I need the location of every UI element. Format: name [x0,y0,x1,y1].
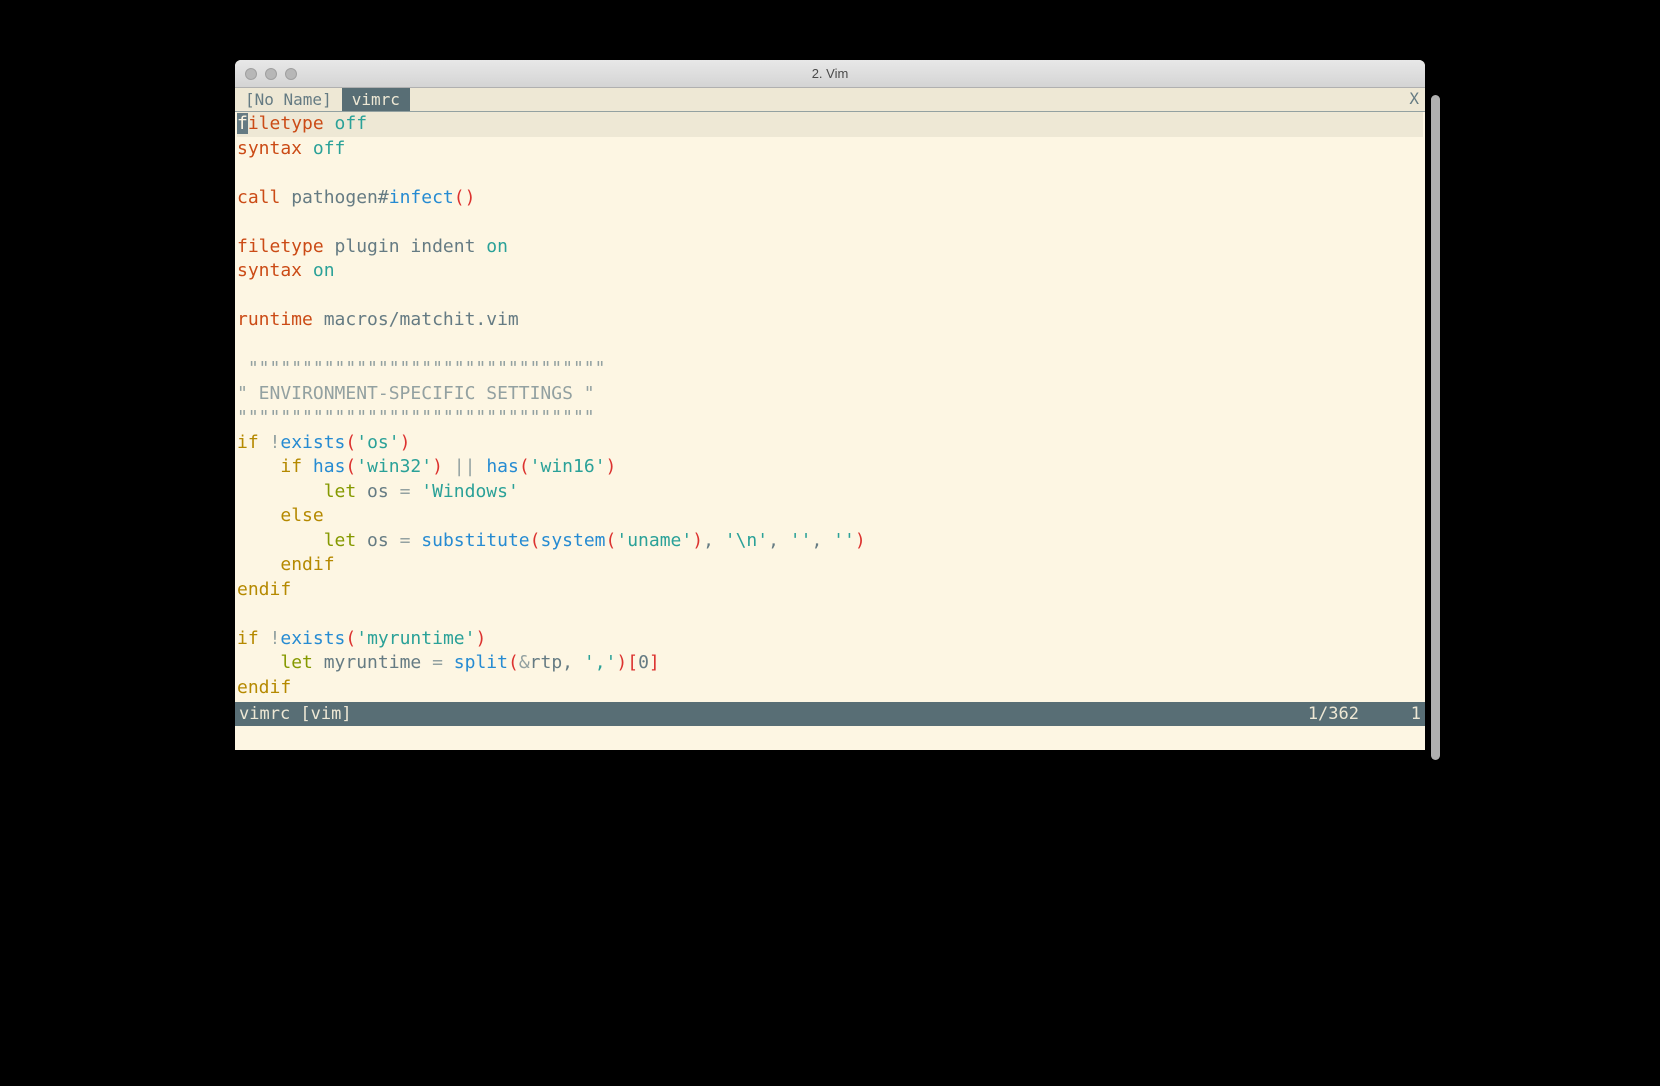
status-position: 1/362 [1261,702,1371,726]
code-token: split [443,652,508,673]
code-token: runtime [237,309,313,330]
code-token: if [237,432,259,453]
code-token: ( [519,456,530,477]
code-token: has [313,456,346,477]
code-token: '' [779,530,812,551]
code-token: os [356,481,399,502]
code-token: ) [616,652,627,673]
code-token: exists [280,432,345,453]
code-token: pathogen# [291,187,389,208]
code-token: = [400,481,411,502]
code-token: = [432,652,443,673]
code-token: rtp [530,652,563,673]
code-token: syntax [237,138,302,159]
code-token: , [703,530,714,551]
code-token: ! [270,432,281,453]
status-file: vimrc [vim] [239,702,352,726]
code-token: ) [692,530,703,551]
code-token: 'os' [356,432,399,453]
cursor-line: filetype off [237,112,1423,137]
code-comment: """"""""""""""""""""""""""""""""" [237,407,595,428]
code-token: [ [627,652,638,673]
terminal-window: 2. Vim [No Name] vimrc X filetype offsyn… [235,60,1425,750]
code-token: ( [606,530,617,551]
code-token: 'Windows' [410,481,518,502]
code-token: , [562,652,573,673]
code-token: off [335,113,368,134]
code-token: endif [280,554,334,575]
code-comment: """"""""""""""""""""""""""""""""" [237,358,605,379]
code-token: endif [237,579,291,600]
code-token: syntax [237,260,302,281]
code-token: macros/matchit.vim [324,309,519,330]
code-token: 'myruntime' [356,628,475,649]
scrollbar-thumb[interactable] [1431,95,1440,760]
code-token: system [540,530,605,551]
titlebar[interactable]: 2. Vim [235,60,1425,88]
code-token: ) [465,187,476,208]
code-token: on [486,236,508,257]
code-token: || [443,456,486,477]
code-token: 'win32' [356,456,432,477]
code-token: ( [345,628,356,649]
code-token: myruntime [313,652,432,673]
code-token: 'win16' [530,456,606,477]
code-token: ) [432,456,443,477]
code-token: let [324,530,357,551]
tab-label: vimrc [352,90,400,109]
code-token: , [768,530,779,551]
code-token: ) [400,432,411,453]
code-token: filetype [237,236,324,257]
tab-no-name[interactable]: [No Name] [235,88,342,111]
status-column: 1 [1371,702,1421,726]
vim-tabline: [No Name] vimrc X [235,88,1425,112]
code-token: 0 [638,652,649,673]
code-token: ( [345,456,356,477]
scrollbar[interactable] [1431,95,1440,760]
code-token: if [237,628,259,649]
code-token: ] [649,652,660,673]
editor-area[interactable]: filetype offsyntax off call pathogen#inf… [235,112,1425,702]
code-token: & [519,652,530,673]
code-token: = [400,530,411,551]
code-token: os [356,530,399,551]
code-token: if [280,456,302,477]
window-title: 2. Vim [235,66,1425,81]
code-token: on [313,260,335,281]
code-token: '' [822,530,855,551]
tab-vimrc[interactable]: vimrc [342,88,410,111]
code-comment: " ENVIRONMENT-SPECIFIC SETTINGS " [237,383,595,404]
code-token: substitute [421,530,529,551]
code-token: ! [270,628,281,649]
code-token: ',' [573,652,616,673]
tab-close-button[interactable]: X [1403,88,1425,111]
code-token: exists [280,628,345,649]
code-token: infect [389,187,454,208]
code-token: let [280,652,313,673]
code-token: else [280,505,323,526]
code-token: ) [606,456,617,477]
status-line: vimrc [vim] 1/362 1 [235,702,1425,726]
code-token: ( [508,652,519,673]
code-token: '\n' [714,530,768,551]
command-line[interactable] [235,726,1425,750]
code-token: off [313,138,346,159]
code-token: ) [475,628,486,649]
code-token: ( [454,187,465,208]
cursor: f [237,113,248,134]
code-token: call [237,187,280,208]
code-token: endif [237,677,291,698]
code-token: , [811,530,822,551]
code-token: ( [345,432,356,453]
code-token: ( [530,530,541,551]
code-token: plugin indent [335,236,476,257]
code-token: ) [855,530,866,551]
code-token: has [486,456,519,477]
code-token: let [324,481,357,502]
code-token: 'uname' [616,530,692,551]
